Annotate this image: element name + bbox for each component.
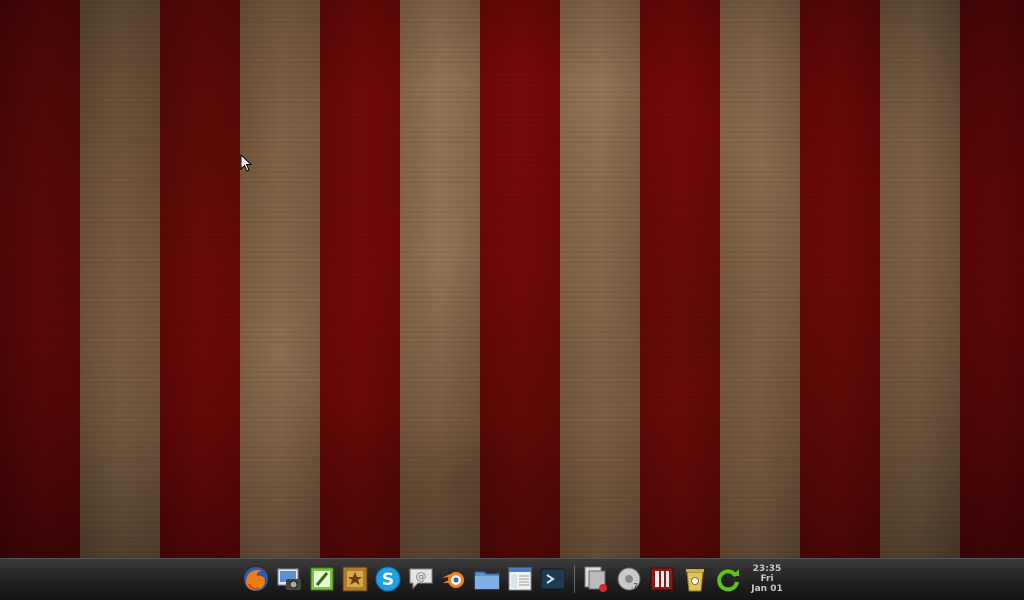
terminal-icon[interactable] — [537, 563, 569, 595]
text-editor-icon[interactable] — [306, 563, 338, 595]
screenshot-icon[interactable] — [273, 563, 305, 595]
svg-text:.7: .7 — [631, 582, 638, 590]
dock-separator — [574, 565, 575, 593]
skype-icon[interactable]: S — [372, 563, 404, 595]
refresh-icon[interactable] — [712, 563, 744, 595]
folder-icon[interactable] — [471, 563, 503, 595]
chat-icon[interactable]: @ — [405, 563, 437, 595]
clock-time: 23:35 — [752, 564, 782, 574]
dock-panel: S @ .7 23:35 Fri Jan 01 — [0, 558, 1024, 600]
trash-icon[interactable] — [679, 563, 711, 595]
blender-icon[interactable] — [438, 563, 470, 595]
clock-date: Jan 01 — [751, 584, 783, 594]
clock-widget[interactable]: 23:35 Fri Jan 01 — [747, 561, 787, 597]
dock-launcher: S @ .7 23:35 Fri Jan 01 — [240, 562, 787, 596]
svg-text:@: @ — [416, 570, 427, 583]
svg-text:S: S — [382, 570, 394, 590]
disc-icon[interactable]: .7 — [613, 563, 645, 595]
file-manager-icon[interactable] — [504, 563, 536, 595]
recent-apps-icon[interactable] — [580, 563, 612, 595]
sticker-icon[interactable] — [339, 563, 371, 595]
mouse-cursor-icon — [240, 154, 252, 172]
app-launcher-icon[interactable] — [646, 563, 678, 595]
desktop-wallpaper — [0, 0, 1024, 558]
clock-day: Fri — [760, 574, 774, 584]
firefox-icon[interactable] — [240, 563, 272, 595]
